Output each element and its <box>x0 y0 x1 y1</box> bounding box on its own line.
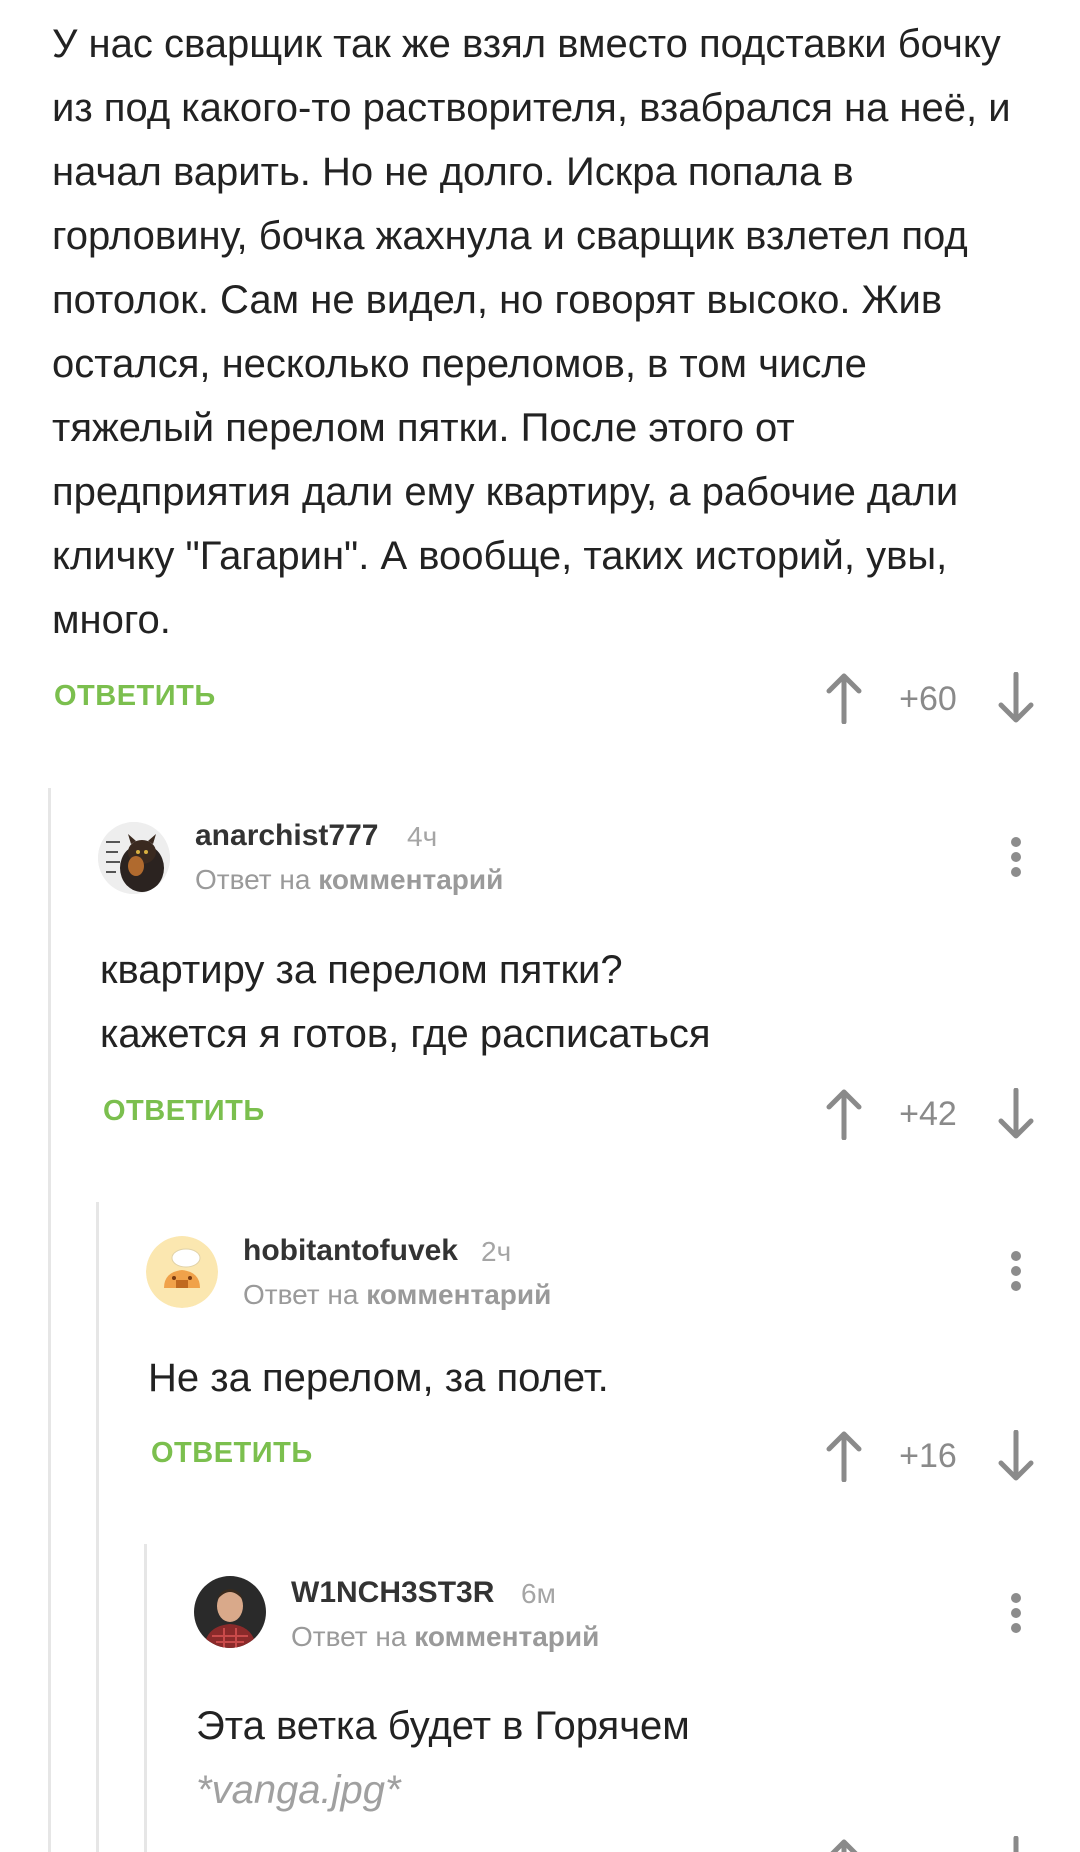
timestamp: 2ч <box>481 1236 512 1267</box>
reply-button[interactable]: ОТВЕТИТЬ <box>54 680 216 713</box>
timestamp: 4ч <box>407 821 438 852</box>
rating-value: +60 <box>899 680 957 718</box>
reply-to-info: Ответ на комментарий <box>243 1279 551 1311</box>
more-vertical-icon[interactable] <box>1006 834 1026 882</box>
comment-text-line: кажется я готов, где расписаться <box>100 1012 711 1056</box>
reply-to-link[interactable]: комментарий <box>414 1621 599 1652</box>
downvote-arrow-icon[interactable] <box>996 1836 1036 1852</box>
username[interactable]: W1NCH3ST3R <box>291 1576 494 1610</box>
upvote-arrow-icon[interactable] <box>824 672 864 724</box>
reply-to-info: Ответ на комментарий <box>195 864 503 896</box>
username[interactable]: hobitantofuvek <box>243 1234 458 1268</box>
comment-text-line: квартиру за перелом пятки? <box>100 948 623 992</box>
reply-to-prefix: Ответ на <box>243 1279 359 1310</box>
downvote-arrow-icon[interactable] <box>996 672 1036 724</box>
comment-text: У нас сварщик так же взял вместо подстав… <box>52 22 1011 642</box>
thread-line <box>96 1202 99 1852</box>
thread-line <box>144 1544 147 1852</box>
upvote-arrow-icon[interactable] <box>824 1430 864 1482</box>
username[interactable]: anarchist777 <box>195 819 378 853</box>
reply-button[interactable]: ОТВЕТИТЬ <box>103 1095 265 1128</box>
more-vertical-icon[interactable] <box>1006 1248 1026 1296</box>
reply-to-link[interactable]: комментарий <box>318 864 503 895</box>
rating-value: +42 <box>899 1095 957 1133</box>
reply-to-link[interactable]: комментарий <box>366 1279 551 1310</box>
comment-text-line: *vanga.jpg* <box>196 1768 401 1812</box>
comment-text-line: Не за перелом, за полет. <box>148 1356 609 1400</box>
reply-to-prefix: Ответ на <box>291 1621 407 1652</box>
avatar[interactable] <box>194 1576 266 1648</box>
more-vertical-icon[interactable] <box>1006 1590 1026 1638</box>
reply-button[interactable]: ОТВЕТИТЬ <box>151 1437 313 1470</box>
avatar[interactable] <box>98 822 170 894</box>
upvote-arrow-icon[interactable] <box>824 1088 864 1140</box>
avatar[interactable] <box>146 1236 218 1308</box>
timestamp: 6м <box>521 1578 556 1609</box>
comment-text-line: Эта ветка будет в Горячем <box>196 1704 690 1748</box>
reply-to-info: Ответ на комментарий <box>291 1621 599 1653</box>
downvote-arrow-icon[interactable] <box>996 1088 1036 1140</box>
thread-line <box>48 788 51 1852</box>
downvote-arrow-icon[interactable] <box>996 1430 1036 1482</box>
rating-value: +16 <box>899 1437 957 1475</box>
reply-to-prefix: Ответ на <box>195 864 311 895</box>
upvote-arrow-icon[interactable] <box>824 1838 864 1852</box>
